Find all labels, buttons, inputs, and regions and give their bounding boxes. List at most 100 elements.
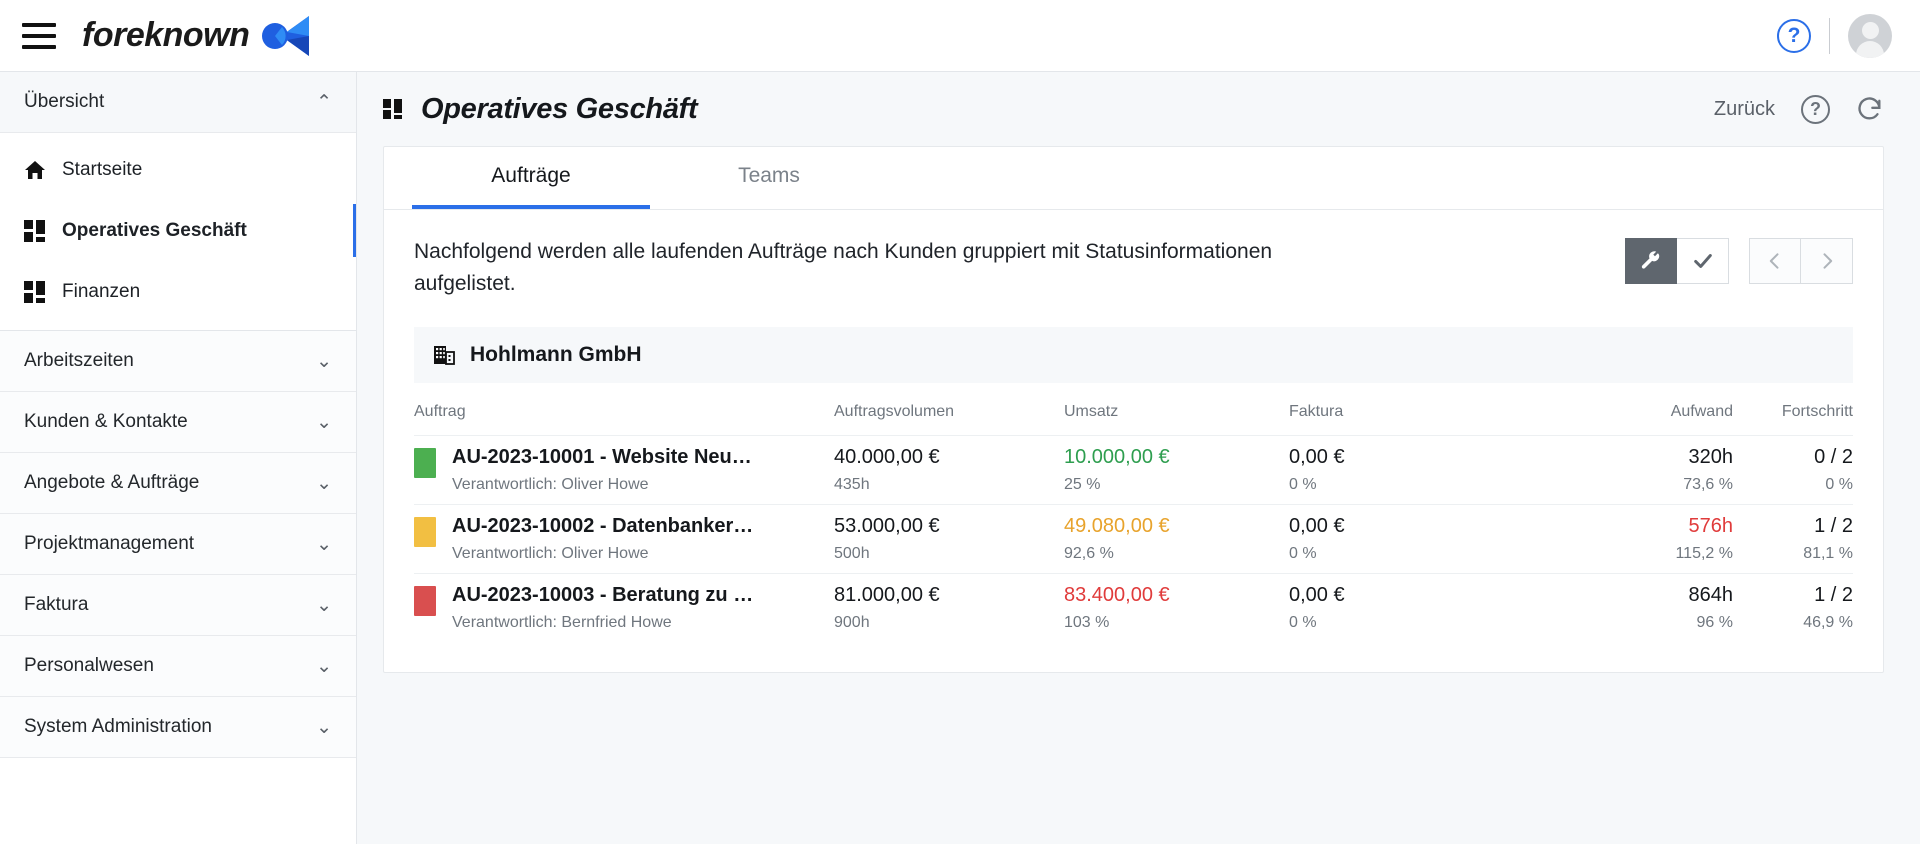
pager-button-group — [1749, 238, 1853, 284]
sidebar-group-label: Übersicht — [24, 91, 105, 112]
sidebar-item-label: Startseite — [62, 158, 143, 180]
chevron-left-icon — [1769, 253, 1779, 269]
sidebar-group-system-administration[interactable]: System Administration — [0, 697, 356, 758]
volume-value: 40.000,00 € — [834, 446, 940, 468]
table-row[interactable]: AU-2023-10001 - Website Neu… Verantwortl… — [414, 435, 1853, 505]
tab-auftraege[interactable]: Aufträge — [412, 147, 650, 209]
refresh-icon[interactable] — [1856, 95, 1884, 123]
tab-label: Aufträge — [491, 164, 571, 187]
progress-percent: 81,1 % — [1803, 545, 1853, 562]
tab-teams[interactable]: Teams — [650, 147, 888, 209]
back-button[interactable]: Zurück — [1714, 98, 1775, 121]
cell-auftragsvolumen: 40.000,00 € 435h — [834, 436, 1064, 505]
cell-auftrag: AU-2023-10003 - Beratung zu … Verantwort… — [414, 574, 834, 643]
hamburger-menu-icon[interactable] — [22, 22, 56, 49]
order-title[interactable]: AU-2023-10002 - Datenbanker… — [452, 515, 753, 538]
table-row[interactable]: AU-2023-10003 - Beratung zu … Verantwort… — [414, 573, 1853, 643]
progress-value: 0 / 2 — [1814, 446, 1853, 468]
status-indicator — [414, 517, 436, 547]
confirm-button[interactable] — [1677, 238, 1729, 284]
table-body: AU-2023-10001 - Website Neu… Verantwortl… — [414, 435, 1853, 643]
revenue-value: 83.400,00 € — [1064, 584, 1170, 606]
chevron-right-icon — [1823, 253, 1832, 269]
dash-tile — [36, 219, 45, 234]
sidebar-item-label: Operatives Geschäft — [62, 219, 247, 241]
next-page-button[interactable] — [1801, 238, 1853, 284]
revenue-percent: 92,6 % — [1064, 545, 1114, 562]
hamburger-line — [22, 33, 56, 38]
page-header-actions: Zurück ? — [1714, 94, 1884, 124]
sidebar-group-personalwesen[interactable]: Personalwesen — [0, 636, 356, 697]
help-circle-icon[interactable]: ? — [1777, 18, 1811, 53]
sidebar-group-angebote-auftraege[interactable]: Angebote & Aufträge — [0, 453, 356, 514]
avatar[interactable] — [1848, 13, 1892, 58]
cell-fortschritt: 1 / 2 81,1 % — [1733, 505, 1853, 574]
sidebar-item-startseite[interactable]: Startseite — [0, 139, 356, 200]
chevron-down-icon — [316, 657, 332, 676]
dash-tile — [394, 99, 402, 113]
card-body: Nachfolgend werden alle laufenden Aufträ… — [384, 210, 1883, 672]
volume-hours: 500h — [834, 545, 870, 562]
help-circle-icon[interactable]: ? — [1801, 94, 1830, 124]
order-title[interactable]: AU-2023-10001 - Website Neu… — [452, 446, 752, 469]
dash-tile — [24, 292, 33, 303]
effort-percent: 115,2 % — [1675, 545, 1733, 562]
chevron-down-icon — [316, 535, 332, 554]
effort-value: 320h — [1688, 446, 1734, 468]
sidebar-group-items: Startseite Operatives Geschäft Finanzen — [0, 133, 356, 331]
revenue-percent: 25 % — [1064, 476, 1101, 493]
progress-value: 1 / 2 — [1814, 515, 1853, 537]
revenue-percent: 103 % — [1064, 614, 1110, 631]
chevron-up-icon — [316, 93, 332, 112]
avatar-body — [1856, 40, 1884, 58]
sidebar-group-projektmanagement[interactable]: Projektmanagement — [0, 514, 356, 575]
chevron-down-icon — [316, 596, 332, 615]
sidebar-group-label: Angebote & Aufträge — [24, 472, 200, 493]
order-title[interactable]: AU-2023-10003 - Beratung zu … — [452, 584, 753, 607]
sidebar-group-faktura[interactable]: Faktura — [0, 575, 356, 636]
dash-tile — [36, 236, 45, 242]
sidebar-group-arbeitszeiten[interactable]: Arbeitszeiten — [0, 331, 356, 392]
order-owner: Verantwortlich: Oliver Howe — [452, 545, 649, 562]
customer-group-header[interactable]: Hohlmann GmbH — [414, 327, 1853, 383]
sidebar-item-label: Finanzen — [62, 280, 141, 302]
foreknown-logo-icon — [262, 15, 310, 56]
cell-auftragsvolumen: 53.000,00 € 500h — [834, 505, 1064, 574]
effort-percent: 73,6 % — [1683, 476, 1733, 493]
wrench-icon — [1641, 251, 1660, 269]
sidebar-item-finanzen[interactable]: Finanzen — [0, 261, 356, 322]
cell-umsatz: 10.000,00 € 25 % — [1064, 436, 1289, 505]
hamburger-line — [22, 44, 56, 49]
settings-button[interactable] — [1625, 238, 1677, 284]
table-row[interactable]: AU-2023-10002 - Datenbanker… Verantwortl… — [414, 504, 1853, 574]
brand-name: foreknown — [82, 16, 250, 54]
sidebar-group-uebersicht[interactable]: Übersicht — [0, 72, 356, 133]
progress-percent: 0 % — [1825, 476, 1853, 493]
column-header-auftragsvolumen: Auftragsvolumen — [834, 403, 955, 420]
cell-faktura: 0,00 € 0 % — [1289, 436, 1504, 505]
cell-umsatz: 49.080,00 € 92,6 % — [1064, 505, 1289, 574]
brand-logo[interactable]: foreknown — [82, 14, 311, 58]
column-header-aufwand: Aufwand — [1670, 403, 1733, 420]
cell-auftragsvolumen: 81.000,00 € 900h — [834, 574, 1064, 643]
sidebar-item-operatives-geschaeft[interactable]: Operatives Geschäft — [0, 200, 356, 261]
cell-spacer — [1504, 505, 1593, 574]
sidebar-group-kunden-kontakte[interactable]: Kunden & Kontakte — [0, 392, 356, 453]
volume-value: 81.000,00 € — [834, 584, 940, 606]
column-header-fortschritt: Fortschritt — [1781, 403, 1853, 420]
action-button-group — [1625, 238, 1729, 284]
column-header-auftrag: Auftrag — [414, 403, 466, 420]
status-indicator — [414, 448, 436, 478]
description-row: Nachfolgend werden alle laufenden Aufträ… — [414, 236, 1853, 299]
order-owner: Verantwortlich: Bernfried Howe — [452, 614, 672, 631]
cell-umsatz: 83.400,00 € 103 % — [1064, 574, 1289, 643]
dash-tile — [383, 99, 391, 108]
sidebar: Übersicht Startseite Operatives Geschäft — [0, 72, 357, 844]
cell-fortschritt: 0 / 2 0 % — [1733, 436, 1853, 505]
column-header-spacer — [1504, 383, 1593, 436]
prev-page-button[interactable] — [1749, 238, 1801, 284]
dashboard-icon — [383, 97, 405, 121]
avatar-head — [1861, 21, 1879, 39]
order-owner: Verantwortlich: Oliver Howe — [452, 476, 649, 493]
cell-fortschritt: 1 / 2 46,9 % — [1733, 574, 1853, 643]
